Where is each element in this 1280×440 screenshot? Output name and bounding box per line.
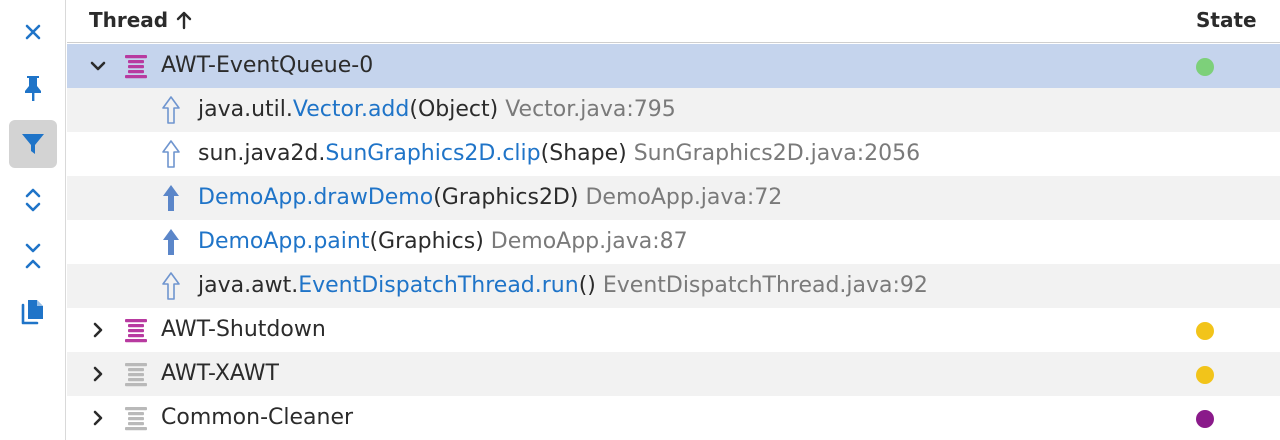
- column-header-thread-label: Thread: [89, 8, 169, 32]
- frame-location[interactable]: EventDispatchThread.java:92: [603, 273, 928, 298]
- thread-icon: [125, 319, 147, 343]
- thread-state-indicator: [1196, 410, 1214, 428]
- thread-row[interactable]: AWT-XAWT: [67, 352, 1280, 396]
- thread-icon: [125, 55, 147, 79]
- threads-table: Thread State AWT-EventQueue-0 java.util.V…: [67, 0, 1280, 440]
- frame-method[interactable]: DemoApp.drawDemo: [198, 185, 433, 210]
- collapse-icon: [25, 243, 41, 269]
- chevron-right-icon[interactable]: [89, 365, 107, 383]
- stack-frame-row[interactable]: sun.java2d.SunGraphics2D.clip(Shape) Sun…: [67, 132, 1280, 176]
- pin-icon: [25, 76, 41, 101]
- column-header-state[interactable]: State: [1196, 8, 1257, 32]
- frame-location[interactable]: SunGraphics2D.java:2056: [634, 141, 920, 166]
- frame-location[interactable]: Vector.java:795: [505, 97, 676, 122]
- frame-location[interactable]: DemoApp.java:72: [585, 185, 782, 210]
- thread-icon: [125, 363, 147, 387]
- frame-method[interactable]: Vector.add: [293, 97, 410, 122]
- expand-icon: [25, 188, 41, 212]
- chevron-down-icon[interactable]: [89, 57, 107, 75]
- frame-method[interactable]: SunGraphics2D.clip: [325, 141, 540, 166]
- library-frame-arrow-icon: [162, 272, 180, 300]
- frame-package: sun.java2d.: [198, 141, 326, 166]
- stack-frame-row[interactable]: java.util.Vector.add(Object) Vector.java…: [67, 88, 1280, 132]
- thread-name: Common-Cleaner: [161, 405, 354, 430]
- column-header-thread[interactable]: Thread: [89, 8, 192, 32]
- pin-button[interactable]: [9, 64, 57, 112]
- close-button[interactable]: [9, 8, 57, 56]
- thread-state-indicator: [1196, 366, 1214, 384]
- thread-name: AWT-XAWT: [161, 361, 279, 386]
- chevron-right-icon[interactable]: [89, 409, 107, 427]
- collapse-all-button[interactable]: [9, 232, 57, 280]
- frame-signature: DemoApp.drawDemo(Graphics2D) DemoApp.jav…: [198, 185, 782, 210]
- chevron-right-icon[interactable]: [89, 321, 107, 339]
- stack-frame-row[interactable]: DemoApp.paint(Graphics) DemoApp.java:87: [67, 220, 1280, 264]
- thread-state-indicator: [1196, 322, 1214, 340]
- copy-button[interactable]: [9, 288, 57, 336]
- thread-icon: [125, 407, 147, 431]
- frame-args: (Graphics2D): [433, 185, 579, 210]
- own-frame-arrow-icon: [163, 185, 179, 211]
- debug-toolbar: [0, 0, 66, 440]
- copy-icon: [21, 300, 43, 325]
- frame-signature: java.util.Vector.add(Object) Vector.java…: [198, 97, 676, 122]
- frame-method[interactable]: EventDispatchThread.run: [298, 273, 579, 298]
- frame-signature: sun.java2d.SunGraphics2D.clip(Shape) Sun…: [198, 141, 920, 166]
- arrow-up-icon: [176, 11, 192, 30]
- frame-args: (Object): [409, 97, 499, 122]
- library-frame-arrow-icon: [162, 140, 180, 168]
- thread-name: AWT-Shutdown: [161, 317, 326, 342]
- own-frame-arrow-icon: [163, 229, 179, 255]
- frame-args: (Shape): [540, 141, 627, 166]
- thread-row[interactable]: Common-Cleaner: [67, 396, 1280, 440]
- frame-method[interactable]: DemoApp.paint: [198, 229, 369, 254]
- thread-row[interactable]: AWT-Shutdown: [67, 308, 1280, 352]
- frame-args: (Graphics): [369, 229, 484, 254]
- stack-frame-row[interactable]: java.awt.EventDispatchThread.run() Event…: [67, 264, 1280, 308]
- frame-package: java.awt.: [198, 273, 299, 298]
- frame-signature: java.awt.EventDispatchThread.run() Event…: [198, 273, 928, 298]
- thread-row[interactable]: AWT-EventQueue-0: [67, 44, 1280, 88]
- thread-name: AWT-EventQueue-0: [161, 53, 374, 78]
- library-frame-arrow-icon: [162, 96, 180, 124]
- frame-args: (): [578, 273, 596, 298]
- filter-icon: [22, 134, 44, 154]
- frame-signature: DemoApp.paint(Graphics) DemoApp.java:87: [198, 229, 688, 254]
- frame-package: java.util.: [198, 97, 293, 122]
- filter-button[interactable]: [9, 120, 57, 168]
- stack-frame-row[interactable]: DemoApp.drawDemo(Graphics2D) DemoApp.jav…: [67, 176, 1280, 220]
- frame-location[interactable]: DemoApp.java:87: [491, 229, 688, 254]
- close-icon: [25, 24, 41, 40]
- table-header: Thread State: [67, 0, 1280, 43]
- expand-all-button[interactable]: [9, 176, 57, 224]
- thread-state-indicator: [1196, 58, 1214, 76]
